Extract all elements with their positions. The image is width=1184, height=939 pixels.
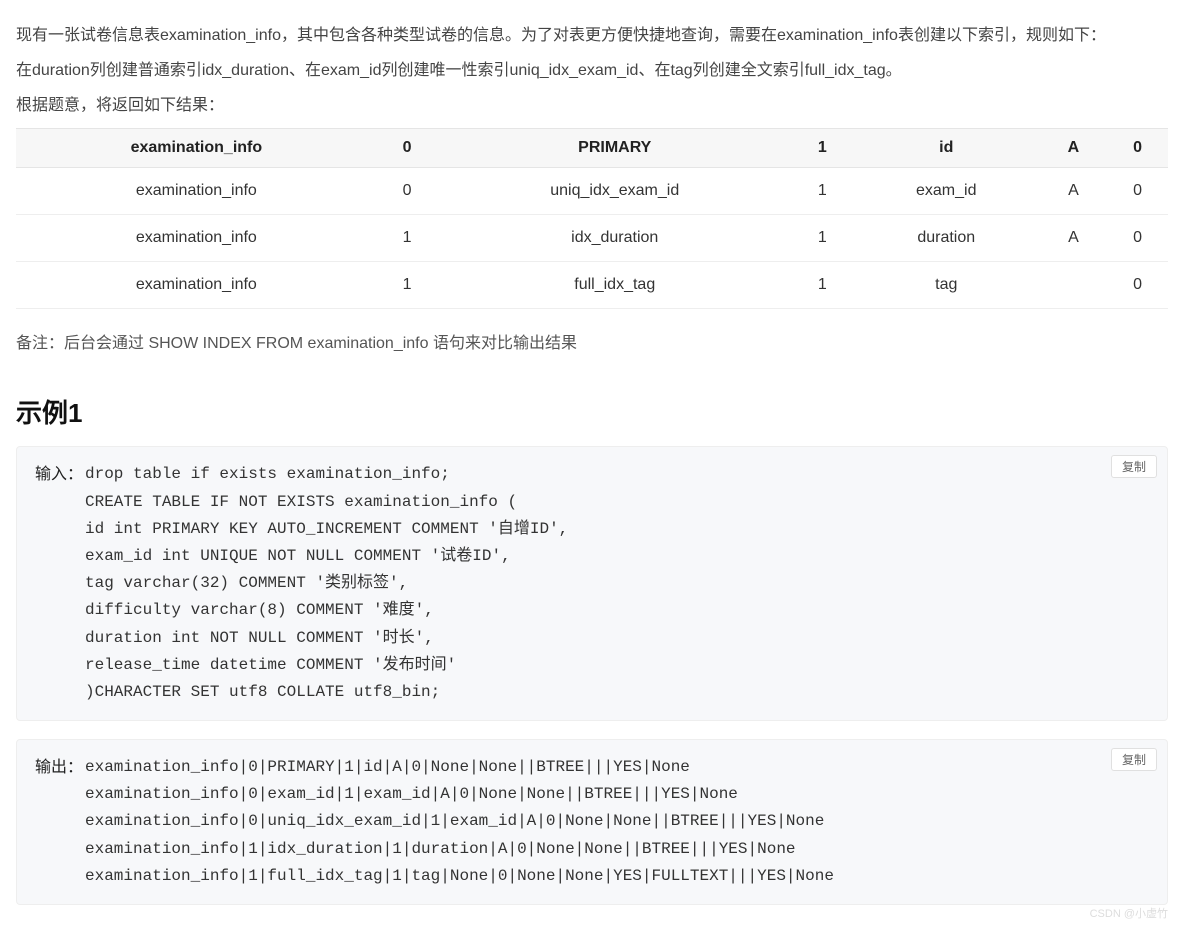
example-title: 示例1	[16, 393, 1168, 430]
code-block-input: 复制 输入：drop table if exists examination_i…	[16, 446, 1168, 721]
td: 0	[1107, 262, 1168, 309]
th: id	[853, 129, 1040, 168]
note: 备注：后台会通过 SHOW INDEX FROM examination_inf…	[16, 329, 1168, 353]
td: examination_info	[16, 215, 377, 262]
code-label-input: 输入：	[35, 461, 85, 488]
code-label-output: 输出：	[35, 754, 85, 781]
td: 1	[792, 168, 853, 215]
td: examination_info	[16, 262, 377, 309]
td: tag	[853, 262, 1040, 309]
th: 1	[792, 129, 853, 168]
td	[1040, 262, 1107, 309]
th: 0	[1107, 129, 1168, 168]
td: 0	[1107, 215, 1168, 262]
code-block-output: 复制 输出：examination_info|0|PRIMARY|1|id|A|…	[16, 739, 1168, 905]
td: 1	[792, 262, 853, 309]
th: 0	[377, 129, 438, 168]
th: examination_info	[16, 129, 377, 168]
result-table: examination_info 0 PRIMARY 1 id A 0 exam…	[16, 128, 1168, 309]
watermark: CSDN @小虚竹	[1090, 905, 1168, 921]
copy-button[interactable]: 复制	[1111, 748, 1157, 771]
td: 1	[792, 215, 853, 262]
td: 1	[377, 215, 438, 262]
intro-p3: 根据题意，将返回如下结果：	[16, 92, 1168, 121]
intro-p2: 在duration列创建普通索引idx_duration、在exam_id列创建…	[16, 57, 1168, 86]
intro-p1: 现有一张试卷信息表examination_info，其中包含各种类型试卷的信息。…	[16, 22, 1168, 51]
code-content-output: examination_info|0|PRIMARY|1|id|A|0|None…	[85, 754, 834, 890]
td: exam_id	[853, 168, 1040, 215]
td: duration	[853, 215, 1040, 262]
td: idx_duration	[438, 215, 792, 262]
th: PRIMARY	[438, 129, 792, 168]
td: A	[1040, 168, 1107, 215]
td: examination_info	[16, 168, 377, 215]
th: A	[1040, 129, 1107, 168]
table-row: examination_info 0 uniq_idx_exam_id 1 ex…	[16, 168, 1168, 215]
td: A	[1040, 215, 1107, 262]
td: uniq_idx_exam_id	[438, 168, 792, 215]
copy-button[interactable]: 复制	[1111, 455, 1157, 478]
code-content-input: drop table if exists examination_info; C…	[85, 461, 568, 706]
td: full_idx_tag	[438, 262, 792, 309]
td: 0	[377, 168, 438, 215]
table-row: examination_info 1 idx_duration 1 durati…	[16, 215, 1168, 262]
td: 0	[1107, 168, 1168, 215]
table-row: examination_info 1 full_idx_tag 1 tag 0	[16, 262, 1168, 309]
td: 1	[377, 262, 438, 309]
table-header-row: examination_info 0 PRIMARY 1 id A 0	[16, 129, 1168, 168]
